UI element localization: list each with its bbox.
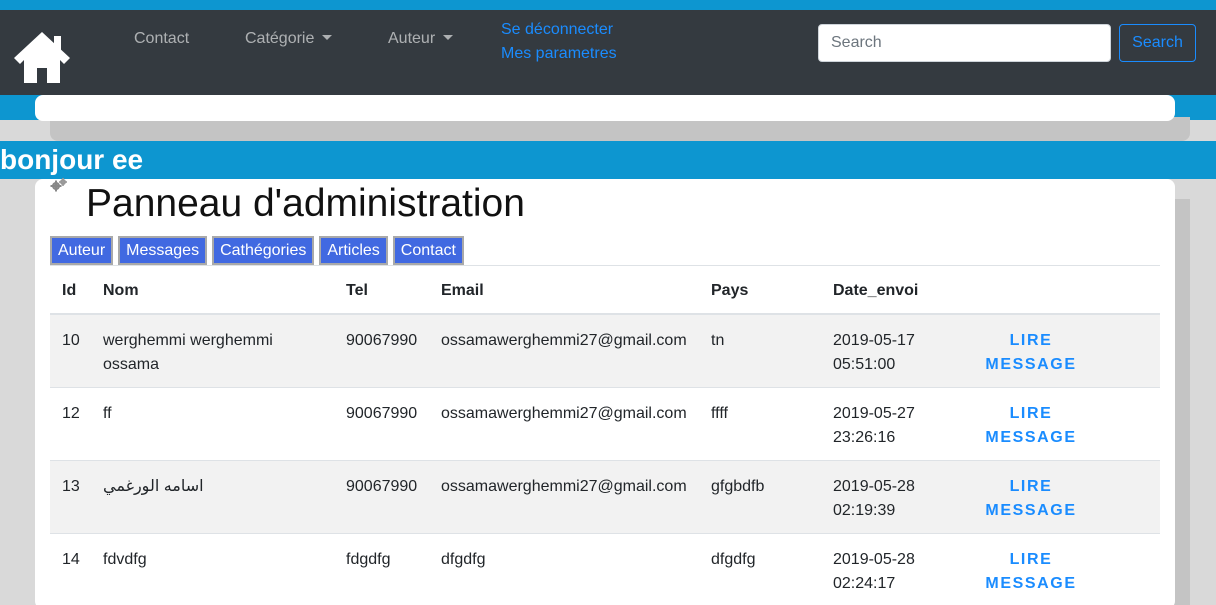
read-message-link[interactable]: LIRE MESSAGE xyxy=(978,402,1084,450)
cell-id: 12 xyxy=(62,405,80,422)
cell-email: ossamawerghemmi27@gmail.com xyxy=(441,332,687,349)
cell-email: dfgdfg xyxy=(441,551,486,568)
nav-categorie-label: Catégorie xyxy=(245,30,315,47)
read-message-link[interactable]: LIRE MESSAGE xyxy=(978,548,1084,596)
logout-link[interactable]: Se déconnecter xyxy=(501,21,613,39)
cell-date: 2019-05-28 02:19:39 xyxy=(833,478,915,519)
panel-side-shadow xyxy=(1175,199,1190,605)
nav-contact-label: Contact xyxy=(134,30,190,47)
header-email: Email xyxy=(441,282,484,299)
table-row: 14 fdvdfg fdgdfg dfgdfg dfgdfg 2019-05-2… xyxy=(50,534,1160,605)
cell-tel: fdgdfg xyxy=(346,551,391,568)
cell-date: 2019-05-27 23:26:16 xyxy=(833,405,915,446)
cell-nom: werghemmi werghemmi ossama xyxy=(103,332,273,373)
cell-pays: gfgbdfb xyxy=(711,478,765,495)
cell-nom: ff xyxy=(103,405,112,422)
table-row: 13 اسامه الورغمي 90067990 ossamawerghemm… xyxy=(50,461,1160,534)
header-date-envoi: Date_envoi xyxy=(833,282,919,299)
empty-card xyxy=(35,95,1175,121)
tab-categories[interactable]: Cathégories xyxy=(212,236,315,265)
greeting-text: bonjour ee xyxy=(0,144,144,175)
table-header: Id Nom Tel Email Pays Date_envoi xyxy=(50,266,1160,315)
home-icon[interactable] xyxy=(12,28,72,86)
cell-date: 2019-05-17 05:51:00 xyxy=(833,332,915,373)
gears-icon xyxy=(50,178,67,192)
table-row: 10 werghemmi werghemmi ossama 90067990 o… xyxy=(50,315,1160,388)
messages-table: Id Nom Tel Email Pays Date_envoi 10 werg… xyxy=(50,265,1160,605)
tab-messages[interactable]: Messages xyxy=(118,236,208,265)
header-id: Id xyxy=(62,282,77,299)
tab-contact[interactable]: Contact xyxy=(392,236,464,265)
search-button[interactable]: Search xyxy=(1119,24,1196,62)
navbar: Contact Catégorie Auteur Se déconnecter … xyxy=(0,10,1216,95)
nav-categorie-dropdown[interactable]: Catégorie xyxy=(245,30,333,48)
read-message-link[interactable]: LIRE MESSAGE xyxy=(978,475,1084,523)
cell-pays: tn xyxy=(711,332,725,349)
header-pays: Pays xyxy=(711,282,749,299)
read-message-link[interactable]: LIRE MESSAGE xyxy=(978,329,1084,377)
cell-id: 13 xyxy=(62,478,80,495)
header-tel: Tel xyxy=(346,282,368,299)
cell-nom: اسامه الورغمي xyxy=(103,478,204,495)
header-nom: Nom xyxy=(103,282,139,299)
chevron-down-icon xyxy=(443,35,454,40)
cell-pays: ffff xyxy=(711,405,728,422)
table-row: 12 ff 90067990 ossamawerghemmi27@gmail.c… xyxy=(50,388,1160,461)
greeting-bar xyxy=(0,141,1216,179)
cell-date: 2019-05-28 02:24:17 xyxy=(833,551,915,592)
admin-panel: Panneau d'administration Auteur Messages… xyxy=(35,178,1175,605)
search-input[interactable] xyxy=(818,24,1111,62)
cell-id: 10 xyxy=(62,332,80,349)
tab-auteur[interactable]: Auteur xyxy=(50,236,114,265)
cell-tel: 90067990 xyxy=(346,332,418,349)
cell-email: ossamawerghemmi27@gmail.com xyxy=(441,405,687,422)
top-stripe xyxy=(0,0,1216,10)
page-title: Panneau d'administration xyxy=(86,182,525,225)
cell-tel: 90067990 xyxy=(346,478,418,495)
chevron-down-icon xyxy=(322,35,333,40)
nav-contact-link[interactable]: Contact xyxy=(134,30,189,48)
cell-tel: 90067990 xyxy=(346,405,418,422)
cell-pays: dfgdfg xyxy=(711,551,756,568)
settings-link[interactable]: Mes parametres xyxy=(501,45,617,63)
cell-nom: fdvdfg xyxy=(103,551,147,568)
cell-id: 14 xyxy=(62,551,80,568)
cell-email: ossamawerghemmi27@gmail.com xyxy=(441,478,687,495)
nav-auteur-label: Auteur xyxy=(388,30,436,47)
nav-auteur-dropdown[interactable]: Auteur xyxy=(388,30,454,48)
admin-tabs: Auteur Messages Cathégories Articles Con… xyxy=(50,236,464,265)
tab-articles[interactable]: Articles xyxy=(319,236,388,265)
